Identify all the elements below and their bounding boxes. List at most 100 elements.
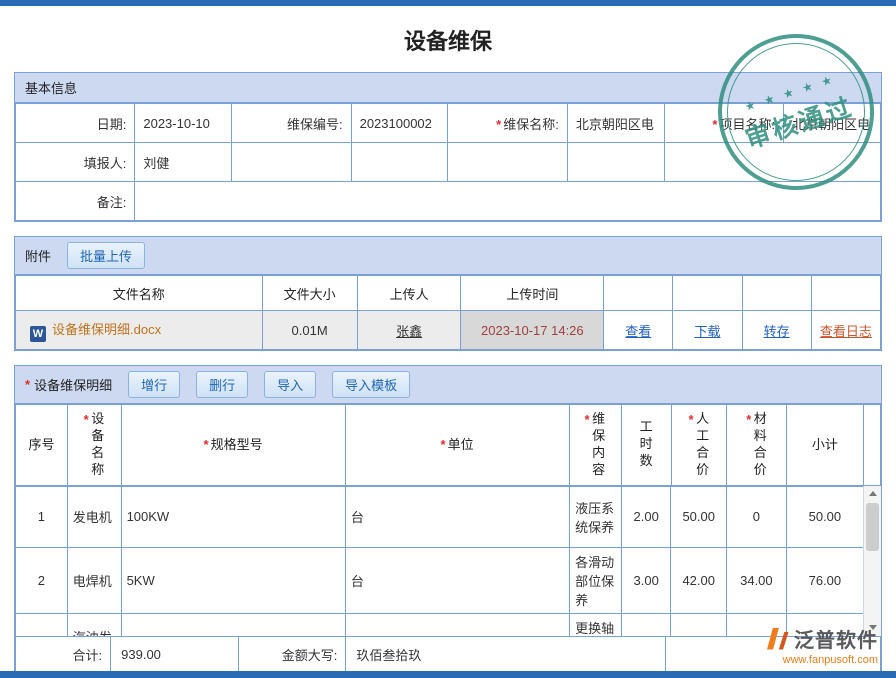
- empty-cell: [448, 143, 567, 182]
- reporter-value: 刘健: [135, 143, 232, 182]
- equipment-maintenance-page: 设备维保 基本信息 日期: 2023-10-10 维保编号: 202310000…: [0, 0, 896, 678]
- project-name-label: *项目名称:: [664, 104, 783, 143]
- scroll-up-button[interactable]: [864, 486, 881, 502]
- scrollbar-spacer: [863, 405, 880, 486]
- attachments-header: 附件 批量上传: [15, 237, 881, 275]
- col-header-file-size: 文件大小: [262, 276, 357, 311]
- attachment-uploader: 张鑫: [357, 311, 461, 350]
- amount-words-label: 金额大写:: [239, 636, 346, 673]
- summary-bar: 合计: 939.00 金额大写: 玖佰叁拾玖: [15, 636, 881, 674]
- add-row-button[interactable]: 增行: [128, 371, 180, 398]
- detail-cell-index: 2: [16, 547, 68, 613]
- date-label: 日期:: [16, 104, 135, 143]
- col-header-uploader: 上传人: [357, 276, 461, 311]
- scrollbar-thumb[interactable]: [866, 503, 879, 551]
- brand-website: www.fanpusoft.com: [764, 654, 878, 666]
- detail-row: 3 汽油发电机 5KW 台 更换轴承壳观察 4.00 100.00 232.00…: [16, 613, 864, 636]
- download-link[interactable]: 下载: [694, 324, 720, 339]
- detail-cell-labor: 50.00: [671, 486, 727, 547]
- col-header-material-price: *材料合价: [727, 405, 787, 486]
- detail-cell-unit: 台: [345, 547, 569, 613]
- required-asterisk: *: [25, 377, 30, 392]
- basic-info-title: 基本信息: [25, 78, 77, 97]
- delete-row-button[interactable]: 删行: [196, 371, 248, 398]
- col-header-labor-price: *人工合价: [671, 405, 727, 486]
- col-header-upload-time: 上传时间: [461, 276, 604, 311]
- fanpu-logo: 泛普软件 www.fanpusoft.com: [764, 624, 878, 666]
- attachment-action-cell: 查看日志: [811, 311, 880, 350]
- detail-cell-content: 液压系统保养: [570, 486, 622, 547]
- batch-upload-button[interactable]: 批量上传: [67, 242, 145, 269]
- detail-cell-content: 各滑动部位保养: [570, 547, 622, 613]
- detail-row: 2 电焊机 5KW 台 各滑动部位保养 3.00 42.00 34.00 76.…: [16, 547, 864, 613]
- chevron-up-icon: [869, 491, 877, 496]
- col-header-action: [811, 276, 880, 311]
- required-asterisk: *: [712, 117, 717, 132]
- detail-cell-device: 发电机: [67, 486, 121, 547]
- detail-cell-index: 3: [16, 613, 68, 636]
- import-template-button[interactable]: 导入模板: [332, 371, 410, 398]
- detail-cell-device: 汽油发电机: [67, 613, 121, 636]
- detail-cell-material: 0: [727, 486, 787, 547]
- detail-cell-model: 5KW: [121, 613, 345, 636]
- basic-info-row-2: 填报人: 刘健: [16, 143, 881, 182]
- col-header-model: *规格型号: [121, 405, 345, 486]
- detail-cell-material: 34.00: [727, 547, 787, 613]
- empty-cell: [664, 143, 880, 182]
- detail-header: *设备维保明细 增行 删行 导入 导入模板: [15, 366, 881, 404]
- detail-cell-hours: 3.00: [621, 547, 671, 613]
- detail-header-row: 序号 *设备名称 *规格型号 *单位 *维保内容 工时数 *人工合价 *材料合价…: [16, 405, 881, 486]
- attachment-action-cell: 转存: [742, 311, 811, 350]
- detail-cell-labor: 42.00: [671, 547, 727, 613]
- col-header-action: [742, 276, 811, 311]
- maintenance-code-value: 2023100002: [351, 104, 448, 143]
- attachments-header-row: 文件名称 文件大小 上传人 上传时间: [16, 276, 881, 311]
- basic-info-section: 基本信息 日期: 2023-10-10 维保编号: 2023100002 *维保…: [14, 72, 882, 222]
- maintenance-name-label: *维保名称:: [448, 104, 567, 143]
- view-link[interactable]: 查看: [625, 324, 651, 339]
- view-log-link[interactable]: 查看日志: [820, 324, 872, 339]
- detail-table-header: 序号 *设备名称 *规格型号 *单位 *维保内容 工时数 *人工合价 *材料合价…: [15, 404, 881, 486]
- detail-cell-unit: 台: [345, 613, 569, 636]
- summary-row: 合计: 939.00 金额大写: 玖佰叁拾玖: [16, 636, 881, 673]
- date-value: 2023-10-10: [135, 104, 232, 143]
- detail-cell-subtotal: 76.00: [786, 547, 863, 613]
- import-button[interactable]: 导入: [264, 371, 316, 398]
- transfer-link[interactable]: 转存: [764, 324, 790, 339]
- word-file-icon: W: [30, 326, 46, 342]
- attachment-size: 0.01M: [262, 311, 357, 350]
- remark-label: 备注:: [16, 182, 135, 221]
- detail-cell-hours: 4.00: [621, 613, 671, 636]
- col-header-index: 序号: [16, 405, 68, 486]
- attachment-row: W 设备维保明细.docx 0.01M 张鑫 2023-10-17 14:26 查…: [16, 311, 881, 350]
- detail-cell-index: 1: [16, 486, 68, 547]
- vertical-scrollbar[interactable]: [863, 486, 881, 636]
- attachment-upload-time: 2023-10-17 14:26: [461, 311, 604, 350]
- detail-table-body: 1 发电机 100KW 台 液压系统保养 2.00 50.00 0 50.00 …: [15, 486, 881, 636]
- empty-cell: [232, 143, 351, 182]
- project-name-value: 北京朝阳区电: [784, 104, 881, 143]
- page-title: 设备维保: [14, 24, 882, 56]
- detail-row: 1 发电机 100KW 台 液压系统保养 2.00 50.00 0 50.00: [16, 486, 864, 547]
- col-header-device-name: *设备名称: [67, 405, 121, 486]
- col-header-hours: 工时数: [621, 405, 671, 486]
- required-asterisk: *: [496, 117, 501, 132]
- attachment-file-link[interactable]: 设备维保明细.docx: [52, 322, 161, 337]
- total-value: 939.00: [111, 636, 239, 673]
- attachment-action-cell: 下载: [673, 311, 742, 350]
- top-border-strip: [0, 0, 896, 6]
- detail-cell-labor: 100.00: [671, 613, 727, 636]
- basic-info-row-1: 日期: 2023-10-10 维保编号: 2023100002 *维保名称: 北…: [16, 104, 881, 143]
- col-header-unit: *单位: [345, 405, 569, 486]
- attachments-title: 附件: [25, 246, 51, 265]
- reporter-label: 填报人:: [16, 143, 135, 182]
- detail-cell-model: 5KW: [121, 547, 345, 613]
- total-label: 合计:: [16, 636, 111, 673]
- basic-info-row-3: 备注:: [16, 182, 881, 221]
- detail-cell-content: 更换轴承壳观察: [570, 613, 622, 636]
- col-header-content: *维保内容: [569, 405, 621, 486]
- basic-info-table: 日期: 2023-10-10 维保编号: 2023100002 *维保名称: 北…: [15, 103, 881, 221]
- col-header-action: [673, 276, 742, 311]
- detail-cell-unit: 台: [345, 486, 569, 547]
- attachments-table: 文件名称 文件大小 上传人 上传时间 W 设备维保明细.docx 0.01M 张鑫…: [15, 275, 881, 350]
